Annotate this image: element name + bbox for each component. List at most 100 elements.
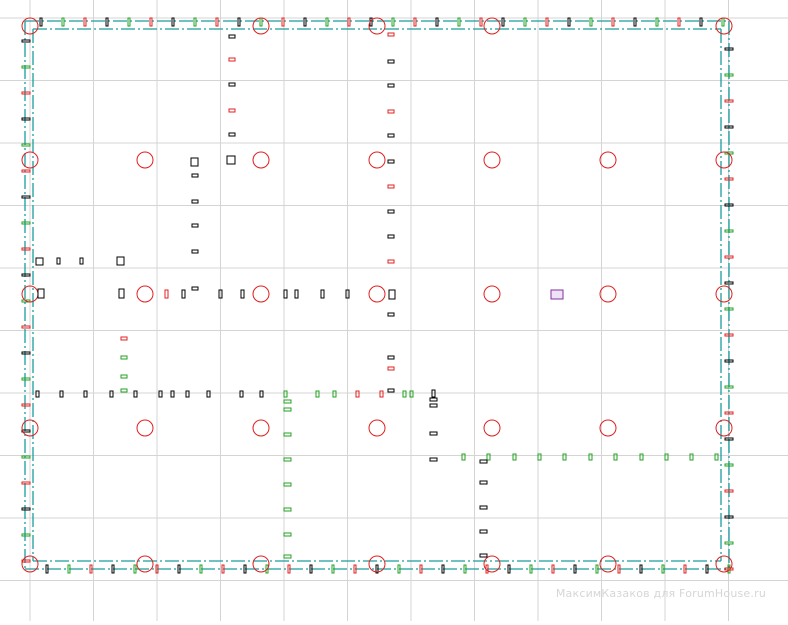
opening-icon xyxy=(228,57,236,62)
wall-mark xyxy=(193,17,197,27)
opening-icon xyxy=(479,459,488,464)
wall-mark xyxy=(21,403,31,407)
floor-plan-canvas[interactable]: МаксимКазаков для ForumHouse.ru xyxy=(0,0,788,621)
opening-icon xyxy=(387,109,395,114)
opening-icon xyxy=(190,157,199,167)
special-marks xyxy=(550,289,564,300)
opening-icon xyxy=(588,453,593,461)
column-marker-icon xyxy=(252,285,270,303)
wall-mark xyxy=(21,507,31,511)
opening-icon xyxy=(320,289,325,299)
opening-icon xyxy=(639,453,644,461)
column-markers xyxy=(21,17,733,573)
opening-icon xyxy=(239,390,244,398)
outer-walls xyxy=(21,17,734,574)
column-marker-icon xyxy=(136,419,154,437)
wall-mark xyxy=(589,17,593,27)
column-marker-icon xyxy=(599,151,617,169)
opening-icon xyxy=(283,554,292,559)
wall-mark xyxy=(633,17,637,27)
opening-icon xyxy=(387,355,395,360)
opening-icon xyxy=(512,453,517,461)
wall-mark xyxy=(21,377,31,381)
opening-icon xyxy=(133,390,138,398)
wall-mark xyxy=(21,533,31,537)
column-marker-icon xyxy=(136,285,154,303)
column-marker-icon xyxy=(483,151,501,169)
wall-mark xyxy=(21,221,31,225)
opening-icon xyxy=(387,366,395,371)
opening-icon xyxy=(283,390,288,398)
wall-mark xyxy=(21,65,31,69)
wall-mark xyxy=(347,17,351,27)
column-marker-icon xyxy=(252,555,270,573)
column-marker-icon xyxy=(368,285,386,303)
opening-icon xyxy=(283,407,292,412)
opening-icon xyxy=(228,108,236,113)
opening-icon xyxy=(185,390,190,398)
watermark: МаксимКазаков для ForumHouse.ru xyxy=(555,587,766,600)
wall-mark xyxy=(61,17,65,27)
wall-mark xyxy=(677,17,681,27)
opening-icon xyxy=(429,457,438,462)
wall-mark xyxy=(611,17,615,27)
wall-mark xyxy=(21,351,31,355)
wall-mark xyxy=(479,17,483,27)
wall-mark xyxy=(127,17,131,27)
wall-mark xyxy=(105,17,109,27)
wall-mark xyxy=(21,325,31,329)
opening-icon xyxy=(226,155,236,165)
opening-icon xyxy=(387,159,395,164)
wall-mark xyxy=(699,17,703,27)
opening-icon xyxy=(613,453,618,461)
wall-mark xyxy=(721,17,725,27)
opening-icon xyxy=(191,199,199,204)
opening-icon xyxy=(387,133,395,138)
opening-icon xyxy=(294,289,299,299)
opening-icon xyxy=(429,431,438,436)
opening-icon xyxy=(206,390,211,398)
opening-icon xyxy=(387,59,395,64)
opening-icon xyxy=(79,257,84,265)
opening-icon xyxy=(56,257,61,265)
opening-icon xyxy=(332,390,337,398)
purple-highlight-icon xyxy=(550,289,564,300)
opening-icon xyxy=(461,453,466,461)
opening-icon xyxy=(35,257,44,266)
opening-icon xyxy=(355,390,360,398)
wall-mark xyxy=(303,17,307,27)
wall-mark xyxy=(21,91,31,95)
wall-mark xyxy=(83,17,87,27)
opening-icon xyxy=(388,289,396,300)
opening-icon xyxy=(240,289,245,299)
opening-icon xyxy=(191,286,199,291)
wall-mark xyxy=(281,17,285,27)
opening-icon xyxy=(120,355,128,360)
wall-mark xyxy=(391,17,395,27)
wall-mark xyxy=(325,17,329,27)
wall-mark xyxy=(21,169,31,173)
opening-icon xyxy=(191,173,199,178)
wall-mark xyxy=(171,17,175,27)
opening-icon xyxy=(37,288,45,299)
opening-icon xyxy=(479,553,488,558)
opening-icon xyxy=(283,399,292,404)
opening-icon xyxy=(35,390,40,398)
opening-icon xyxy=(486,453,491,461)
opening-icon xyxy=(164,289,169,299)
opening-icon xyxy=(315,390,320,398)
column-marker-icon xyxy=(599,285,617,303)
column-marker-icon xyxy=(252,151,270,169)
opening-icon xyxy=(664,453,669,461)
opening-icon xyxy=(479,480,488,485)
background-grid xyxy=(0,0,788,621)
opening-icon xyxy=(387,184,395,189)
opening-icon xyxy=(283,457,292,462)
wall-mark xyxy=(21,195,31,199)
opening-icon xyxy=(283,482,292,487)
wall-mark xyxy=(259,17,263,27)
opening-icon xyxy=(283,532,292,537)
wall-mark xyxy=(21,247,31,251)
opening-icon xyxy=(387,259,395,264)
opening-icon xyxy=(387,312,395,317)
